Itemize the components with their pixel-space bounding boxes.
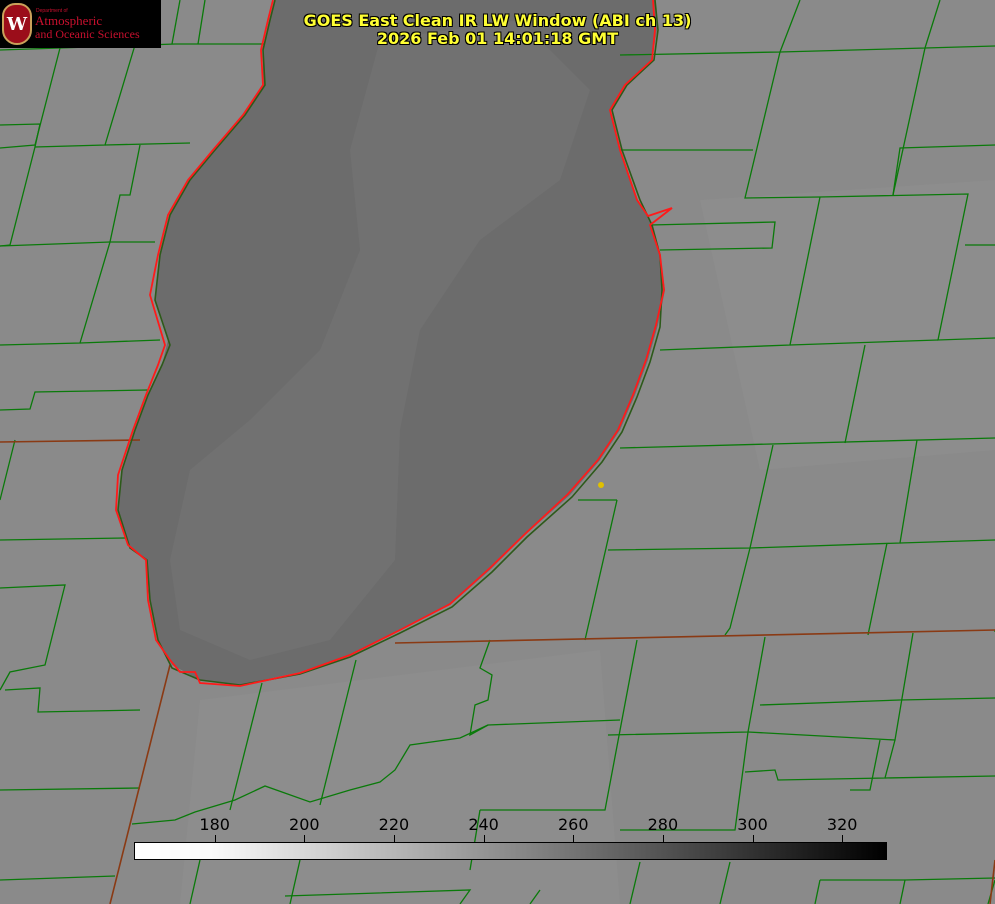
colorbar-tick-label: 300 — [737, 815, 768, 834]
colorbar-tick-label: 220 — [378, 815, 410, 834]
image-timestamp: 2026 Feb 01 14:01:18 GMT — [376, 29, 619, 48]
colorbar-tick-label: 320 — [826, 815, 858, 834]
image-title: GOES East Clean IR LW Window (ABI ch 13) — [303, 11, 692, 30]
colorbar-tick-label: 280 — [647, 815, 679, 834]
colorbar-tick-mark — [752, 835, 754, 842]
colorbar-tick-label: 180 — [199, 815, 230, 834]
colorbar-tick-mark — [573, 835, 575, 842]
colorbar-tick-mark — [393, 835, 395, 842]
map-svg — [0, 0, 995, 904]
station-marker — [598, 482, 604, 488]
colorbar-tick-label: 260 — [557, 815, 589, 834]
colorbar-tick-mark — [662, 835, 664, 842]
colorbar-tick-label: 200 — [289, 815, 320, 834]
colorbar-tick-mark — [842, 835, 844, 842]
satellite-image — [0, 0, 995, 904]
colorbar-tick-mark — [483, 835, 485, 842]
colorbar-tick-mark — [214, 835, 216, 842]
colorbar-tick-label: 240 — [468, 815, 499, 834]
colorbar-gradient — [134, 842, 887, 860]
colorbar-tick-mark — [304, 835, 306, 842]
